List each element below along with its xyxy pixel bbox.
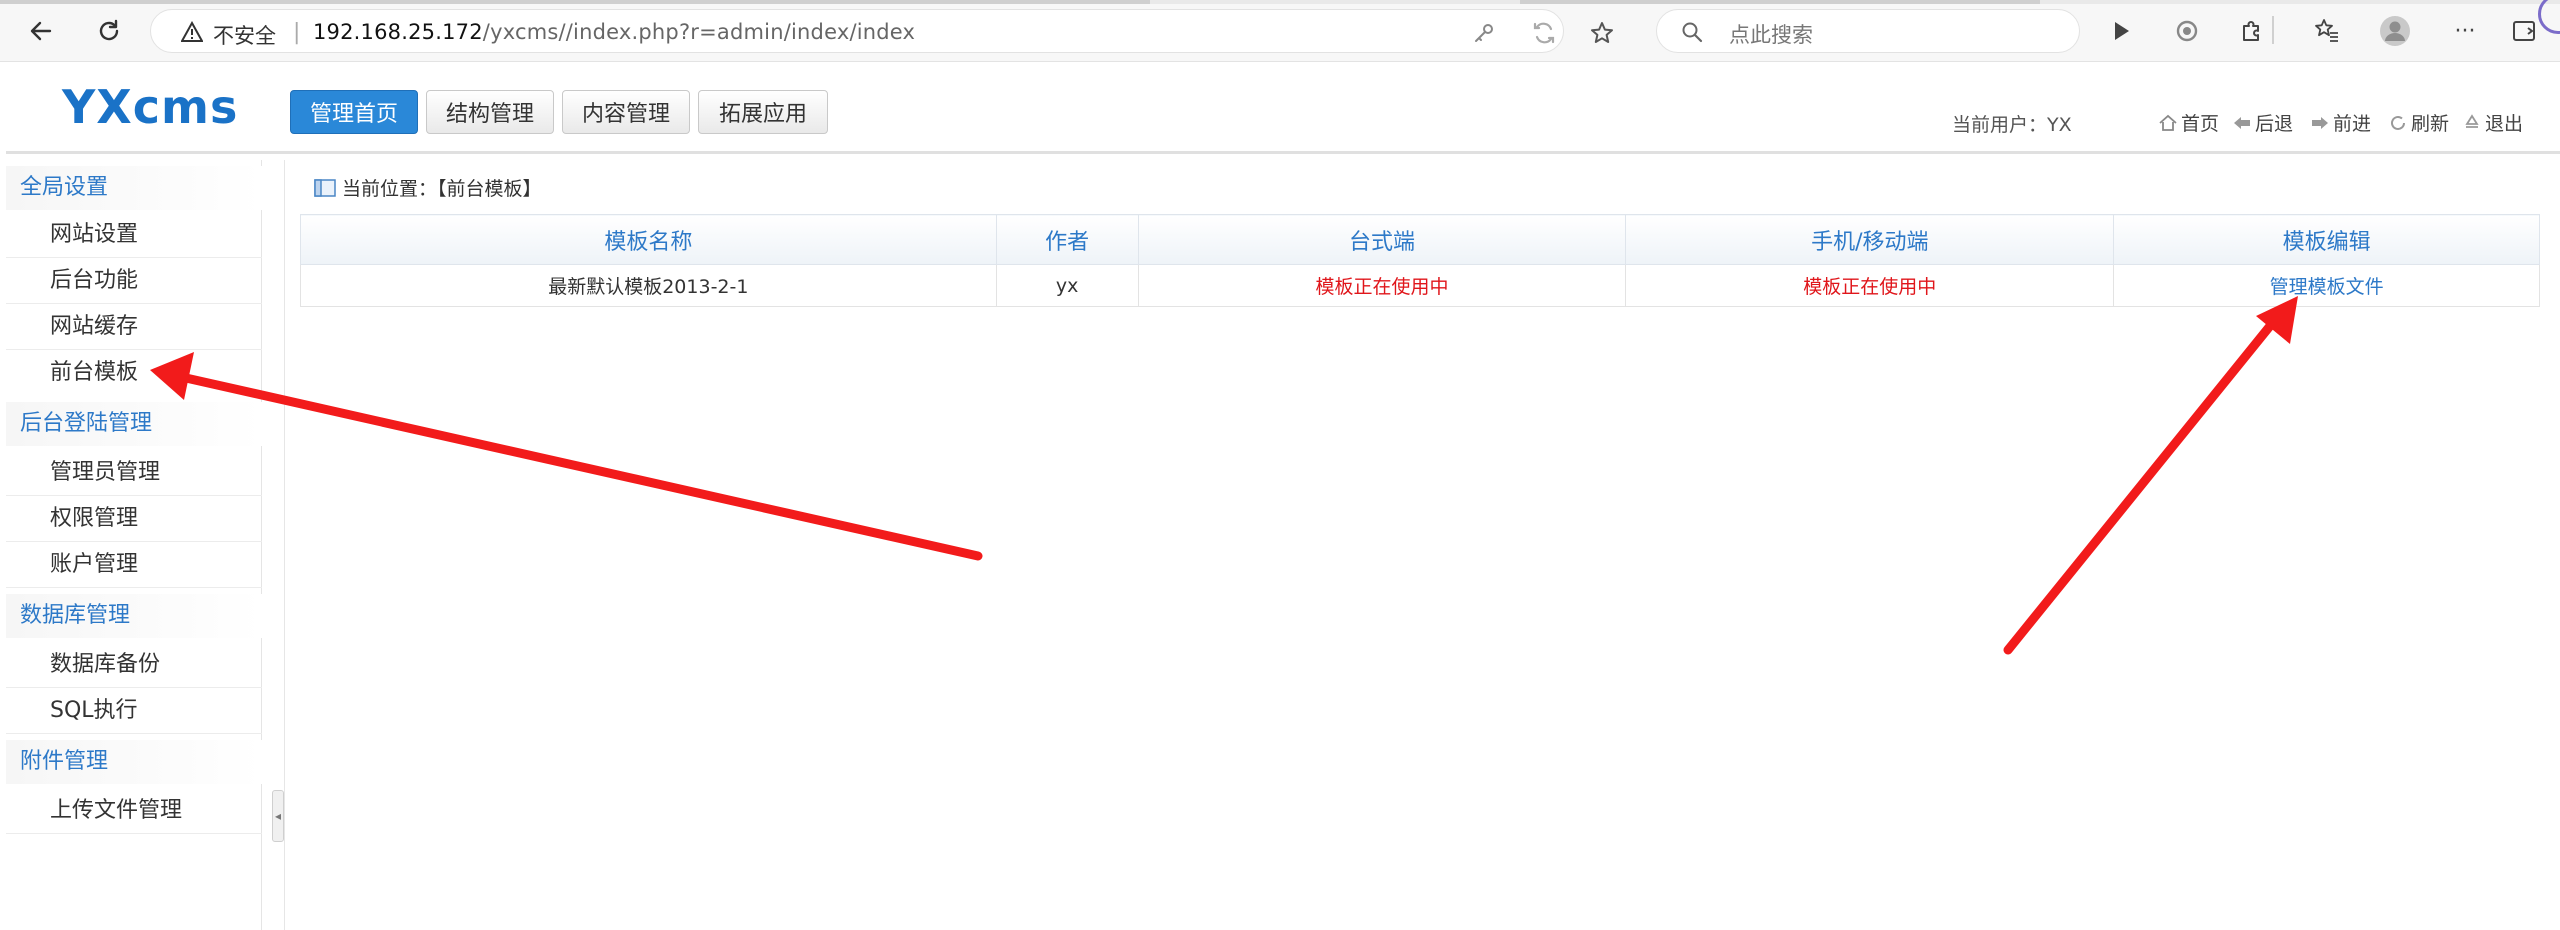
- link-refresh-label: 刷新: [2411, 113, 2450, 135]
- home-icon: [2158, 113, 2178, 133]
- sidebar-group-database[interactable]: 数据库管理: [6, 594, 262, 638]
- arrow-right-icon: [2310, 113, 2330, 133]
- link-logout-label: 退出: [2485, 113, 2524, 135]
- col-template-edit: 模板编辑: [2113, 214, 2540, 265]
- current-user: 当前用户：YX: [1952, 114, 2072, 136]
- menu-extensions[interactable]: 拓展应用: [698, 90, 828, 134]
- recycle-icon: [2462, 113, 2482, 133]
- url-path: /yxcms//index.php?r=admin/index/index: [482, 20, 916, 44]
- arrow-to-manage-template-files: [2003, 296, 2298, 655]
- search-box[interactable]: 点此搜索: [1656, 9, 2080, 53]
- menu-content[interactable]: 内容管理: [562, 90, 690, 134]
- back-icon[interactable]: [20, 10, 62, 52]
- manage-template-files-link[interactable]: 管理模板文件: [2113, 264, 2540, 307]
- search-icon: [1682, 22, 1703, 43]
- breadcrumb: 当前位置：【前台模板】: [314, 174, 542, 201]
- sidebar-item-backend-functions[interactable]: 后台功能: [6, 258, 262, 304]
- reload-icon[interactable]: [88, 10, 130, 52]
- app-header: YXcms 管理首页 结构管理 内容管理 拓展应用 当前用户：YX 首页 后退 …: [6, 62, 2560, 154]
- insecure-label: 不安全: [213, 24, 276, 48]
- sidebar-item-frontend-templates[interactable]: 前台模板: [6, 350, 262, 396]
- url-text[interactable]: 192.168.25.172/yxcms//index.php?r=admin/…: [313, 20, 915, 44]
- tab-strip-edge: [0, 0, 2560, 4]
- sidebar-item-site-settings[interactable]: 网站设置: [6, 212, 262, 258]
- star-icon[interactable]: [1589, 20, 1615, 46]
- menu-structure[interactable]: 结构管理: [426, 90, 554, 134]
- record-icon[interactable]: [2170, 14, 2204, 48]
- cell-desktop-status: 模板正在使用中: [1137, 264, 1627, 307]
- sidebar-item-permissions[interactable]: 权限管理: [6, 496, 262, 542]
- more-menu-icon[interactable]: ···: [2448, 14, 2482, 48]
- sidebar-item-sql-execute[interactable]: SQL执行: [6, 688, 262, 734]
- col-template-name: 模板名称: [300, 214, 997, 265]
- sidebar-group-login-management[interactable]: 后台登陆管理: [6, 402, 262, 446]
- sidebar-item-uploaded-files[interactable]: 上传文件管理: [6, 788, 262, 834]
- link-home-label: 首页: [2181, 113, 2220, 135]
- extensions-icon[interactable]: [2234, 14, 2268, 48]
- play-icon[interactable]: [2104, 14, 2138, 48]
- table-header-row: 模板名称 作者 台式端 手机/移动端 模板编辑: [300, 214, 2540, 265]
- sidebar-group-global[interactable]: 全局设置: [6, 166, 262, 210]
- window-icon: [314, 178, 336, 197]
- translate-icon[interactable]: [1531, 20, 1557, 46]
- menu-admin-home[interactable]: 管理首页: [290, 90, 418, 134]
- browser-toolbar: 不安全 | 192.168.25.172/yxcms//index.php?r=…: [0, 0, 2560, 62]
- cell-mobile-status: 模板正在使用中: [1625, 264, 2115, 307]
- cell-author: yx: [995, 264, 1139, 307]
- breadcrumb-text: 当前位置：【前台模板】: [342, 178, 542, 200]
- key-icon[interactable]: [1471, 20, 1497, 46]
- toolbar-divider: [2272, 16, 2274, 44]
- url-host: 192.168.25.172: [313, 20, 483, 44]
- arrow-to-frontend-templates: [150, 352, 983, 561]
- col-author: 作者: [995, 214, 1139, 265]
- template-table: 模板名称 作者 台式端 手机/移动端 模板编辑 最新默认模板2013-2-1 y…: [300, 214, 2540, 307]
- arrow-left-icon: [2232, 113, 2252, 133]
- sidebar: 全局设置 网站设置 后台功能 网站缓存 前台模板 后台登陆管理 管理员管理 权限…: [6, 160, 262, 930]
- sidebar-item-site-cache[interactable]: 网站缓存: [6, 304, 262, 350]
- warning-icon: [181, 21, 203, 42]
- cell-template-name: 最新默认模板2013-2-1: [300, 264, 997, 307]
- search-placeholder: 点此搜索: [1729, 23, 1813, 47]
- link-logout[interactable]: 退出: [2462, 109, 2523, 136]
- col-desktop: 台式端: [1137, 214, 1627, 265]
- yxcms-logo[interactable]: YXcms: [62, 84, 238, 130]
- sidebar-group-attachments[interactable]: 附件管理: [6, 740, 262, 784]
- profile-avatar-icon[interactable]: [2378, 14, 2412, 48]
- sidebar-item-accounts[interactable]: 账户管理: [6, 542, 262, 588]
- link-forward[interactable]: 前进: [2310, 109, 2371, 136]
- link-back[interactable]: 后退: [2232, 109, 2293, 136]
- sidebar-item-admin-management[interactable]: 管理员管理: [6, 450, 262, 496]
- link-back-label: 后退: [2255, 113, 2294, 135]
- address-separator: |: [293, 20, 301, 45]
- link-forward-label: 前进: [2333, 113, 2372, 135]
- col-mobile: 手机/移动端: [1625, 214, 2115, 265]
- sidebar-collapse-handle[interactable]: ◂: [272, 790, 284, 842]
- address-bar[interactable]: 不安全 | 192.168.25.172/yxcms//index.php?r=…: [150, 9, 1613, 53]
- refresh-icon: [2388, 113, 2408, 133]
- table-row: 最新默认模板2013-2-1 yx 模板正在使用中 模板正在使用中 管理模板文件: [300, 264, 2540, 307]
- link-home[interactable]: 首页: [2158, 109, 2219, 136]
- sidebar-item-db-backup[interactable]: 数据库备份: [6, 642, 262, 688]
- sidebar-toggle-icon[interactable]: [2508, 14, 2542, 48]
- link-refresh[interactable]: 刷新: [2388, 109, 2449, 136]
- content-divider: [284, 160, 285, 930]
- favorites-icon[interactable]: [2310, 14, 2344, 48]
